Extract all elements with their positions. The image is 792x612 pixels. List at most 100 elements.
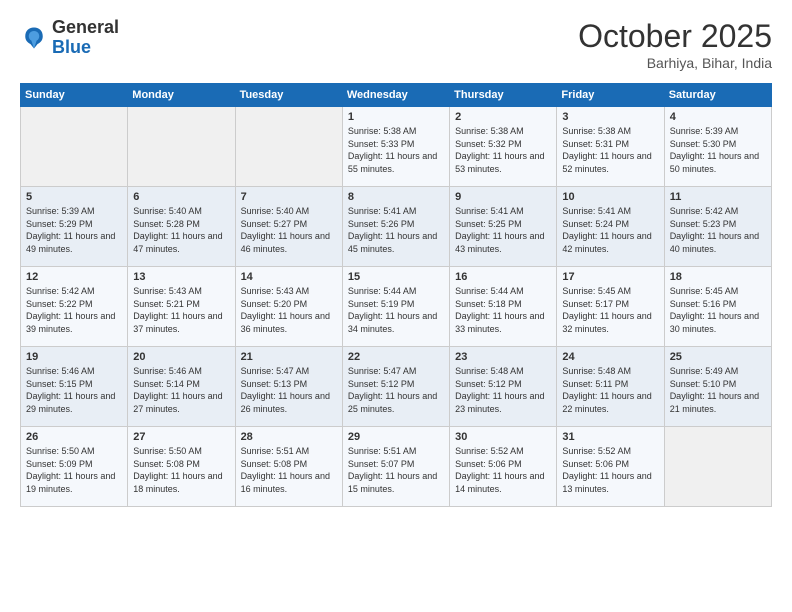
- cell-w2-d6: 11 Sunrise: 5:42 AMSunset: 5:23 PMDayligh…: [664, 187, 771, 267]
- day-number: 5: [26, 191, 122, 203]
- day-number: 21: [241, 351, 337, 363]
- day-number: 7: [241, 191, 337, 203]
- cell-w3-d2: 14Sunrise: 5:43 AMSunset: 5:20 PMDayligh…: [235, 267, 342, 347]
- day-info: Sunrise: 5:42 AMSunset: 5:22 PMDaylight:…: [26, 285, 122, 335]
- day-info: Sunrise: 5:38 AMSunset: 5:33 PMDaylight:…: [348, 125, 444, 175]
- day-number: 15: [348, 271, 444, 283]
- day-number: 24: [562, 351, 658, 363]
- day-number: 23: [455, 351, 551, 363]
- col-friday: Friday: [557, 84, 664, 107]
- week-row-5: 26 Sunrise: 5:50 AMSunset: 5:09 PMDayligh…: [21, 427, 772, 507]
- day-number: 2: [455, 111, 551, 123]
- cell-w3-d4: 16Sunrise: 5:44 AMSunset: 5:18 PMDayligh…: [450, 267, 557, 347]
- header: General Blue October 2025 Barhiya, Bihar…: [20, 18, 772, 71]
- cell-w5-d4: 30Sunrise: 5:52 AMSunset: 5:06 PMDayligh…: [450, 427, 557, 507]
- day-info: Sunrise: 5:51 AMSunset: 5:08 PMDaylight:…: [241, 445, 337, 495]
- title-block: October 2025 Barhiya, Bihar, India: [578, 18, 772, 71]
- day-info: Sunrise: 5:52 AMSunset: 5:06 PMDaylight:…: [455, 445, 551, 495]
- col-monday: Monday: [128, 84, 235, 107]
- day-info: Sunrise: 5:46 AMSunset: 5:14 PMDaylight:…: [133, 365, 229, 415]
- day-info: Sunrise: 5:38 AMSunset: 5:31 PMDaylight:…: [562, 125, 658, 175]
- day-info: Sunrise: 5:41 AMSunset: 5:24 PMDaylight:…: [562, 205, 658, 255]
- day-number: 31: [562, 431, 658, 443]
- cell-w4-d3: 22Sunrise: 5:47 AMSunset: 5:12 PMDayligh…: [342, 347, 449, 427]
- week-row-2: 5 Sunrise: 5:39 AMSunset: 5:29 PMDaylight…: [21, 187, 772, 267]
- cell-w4-d6: 25Sunrise: 5:49 AMSunset: 5:10 PMDayligh…: [664, 347, 771, 427]
- col-saturday: Saturday: [664, 84, 771, 107]
- cell-w3-d6: 18Sunrise: 5:45 AMSunset: 5:16 PMDayligh…: [664, 267, 771, 347]
- day-info: Sunrise: 5:44 AMSunset: 5:19 PMDaylight:…: [348, 285, 444, 335]
- cell-w1-d6: 4 Sunrise: 5:39 AMSunset: 5:30 PMDaylight…: [664, 107, 771, 187]
- logo-icon: [20, 24, 48, 52]
- day-info: Sunrise: 5:40 AMSunset: 5:27 PMDaylight:…: [241, 205, 337, 255]
- day-number: 3: [562, 111, 658, 123]
- day-number: 13: [133, 271, 229, 283]
- week-row-4: 19 Sunrise: 5:46 AMSunset: 5:15 PMDayligh…: [21, 347, 772, 427]
- cell-w2-d4: 9Sunrise: 5:41 AMSunset: 5:25 PMDaylight…: [450, 187, 557, 267]
- week-row-3: 12 Sunrise: 5:42 AMSunset: 5:22 PMDayligh…: [21, 267, 772, 347]
- cell-w5-d0: 26 Sunrise: 5:50 AMSunset: 5:09 PMDayligh…: [21, 427, 128, 507]
- day-number: 29: [348, 431, 444, 443]
- cell-w4-d2: 21 Sunrise: 5:47 AMSunset: 5:13 PMDayligh…: [235, 347, 342, 427]
- calendar-table: Sunday Monday Tuesday Wednesday Thursday…: [20, 83, 772, 507]
- cell-w1-d2: [235, 107, 342, 187]
- day-info: Sunrise: 5:41 AMSunset: 5:25 PMDaylight:…: [455, 205, 551, 255]
- logo: General Blue: [20, 18, 119, 58]
- day-number: 16: [455, 271, 551, 283]
- col-tuesday: Tuesday: [235, 84, 342, 107]
- cell-w1-d3: 1Sunrise: 5:38 AMSunset: 5:33 PMDaylight…: [342, 107, 449, 187]
- page-container: General Blue October 2025 Barhiya, Bihar…: [0, 0, 792, 517]
- cell-w2-d5: 10 Sunrise: 5:41 AMSunset: 5:24 PMDayligh…: [557, 187, 664, 267]
- logo-general: General: [52, 17, 119, 37]
- cell-w5-d3: 29Sunrise: 5:51 AMSunset: 5:07 PMDayligh…: [342, 427, 449, 507]
- cell-w2-d3: 8Sunrise: 5:41 AMSunset: 5:26 PMDaylight…: [342, 187, 449, 267]
- day-number: 8: [348, 191, 444, 203]
- col-wednesday: Wednesday: [342, 84, 449, 107]
- day-number: 4: [670, 111, 766, 123]
- day-info: Sunrise: 5:38 AMSunset: 5:32 PMDaylight:…: [455, 125, 551, 175]
- cell-w5-d5: 31 Sunrise: 5:52 AMSunset: 5:06 PMDayligh…: [557, 427, 664, 507]
- day-info: Sunrise: 5:43 AMSunset: 5:20 PMDaylight:…: [241, 285, 337, 335]
- day-info: Sunrise: 5:48 AMSunset: 5:12 PMDaylight:…: [455, 365, 551, 415]
- day-info: Sunrise: 5:46 AMSunset: 5:15 PMDaylight:…: [26, 365, 122, 415]
- day-number: 10: [562, 191, 658, 203]
- day-info: Sunrise: 5:47 AMSunset: 5:13 PMDaylight:…: [241, 365, 337, 415]
- day-info: Sunrise: 5:50 AMSunset: 5:08 PMDaylight:…: [133, 445, 229, 495]
- cell-w1-d4: 2 Sunrise: 5:38 AMSunset: 5:32 PMDaylight…: [450, 107, 557, 187]
- month-title: October 2025: [578, 18, 772, 55]
- day-info: Sunrise: 5:50 AMSunset: 5:09 PMDaylight:…: [26, 445, 122, 495]
- day-number: 18: [670, 271, 766, 283]
- logo-text: General Blue: [52, 18, 119, 58]
- day-info: Sunrise: 5:42 AMSunset: 5:23 PMDaylight:…: [670, 205, 766, 255]
- cell-w4-d0: 19 Sunrise: 5:46 AMSunset: 5:15 PMDayligh…: [21, 347, 128, 427]
- day-number: 12: [26, 271, 122, 283]
- cell-w1-d1: [128, 107, 235, 187]
- day-info: Sunrise: 5:43 AMSunset: 5:21 PMDaylight:…: [133, 285, 229, 335]
- cell-w2-d1: 6Sunrise: 5:40 AMSunset: 5:28 PMDaylight…: [128, 187, 235, 267]
- cell-w2-d2: 7 Sunrise: 5:40 AMSunset: 5:27 PMDaylight…: [235, 187, 342, 267]
- cell-w3-d3: 15 Sunrise: 5:44 AMSunset: 5:19 PMDayligh…: [342, 267, 449, 347]
- day-info: Sunrise: 5:52 AMSunset: 5:06 PMDaylight:…: [562, 445, 658, 495]
- cell-w4-d5: 24Sunrise: 5:48 AMSunset: 5:11 PMDayligh…: [557, 347, 664, 427]
- day-number: 17: [562, 271, 658, 283]
- day-number: 28: [241, 431, 337, 443]
- cell-w3-d0: 12 Sunrise: 5:42 AMSunset: 5:22 PMDayligh…: [21, 267, 128, 347]
- cell-w3-d5: 17Sunrise: 5:45 AMSunset: 5:17 PMDayligh…: [557, 267, 664, 347]
- day-number: 25: [670, 351, 766, 363]
- col-sunday: Sunday: [21, 84, 128, 107]
- cell-w4-d4: 23 Sunrise: 5:48 AMSunset: 5:12 PMDayligh…: [450, 347, 557, 427]
- cell-w4-d1: 20Sunrise: 5:46 AMSunset: 5:14 PMDayligh…: [128, 347, 235, 427]
- day-number: 11: [670, 191, 766, 203]
- week-row-1: 1Sunrise: 5:38 AMSunset: 5:33 PMDaylight…: [21, 107, 772, 187]
- day-number: 6: [133, 191, 229, 203]
- day-number: 19: [26, 351, 122, 363]
- day-info: Sunrise: 5:39 AMSunset: 5:30 PMDaylight:…: [670, 125, 766, 175]
- day-number: 22: [348, 351, 444, 363]
- day-info: Sunrise: 5:39 AMSunset: 5:29 PMDaylight:…: [26, 205, 122, 255]
- day-number: 27: [133, 431, 229, 443]
- location-subtitle: Barhiya, Bihar, India: [578, 55, 772, 71]
- cell-w5-d1: 27 Sunrise: 5:50 AMSunset: 5:08 PMDayligh…: [128, 427, 235, 507]
- day-number: 26: [26, 431, 122, 443]
- logo-blue: Blue: [52, 37, 91, 57]
- cell-w2-d0: 5 Sunrise: 5:39 AMSunset: 5:29 PMDaylight…: [21, 187, 128, 267]
